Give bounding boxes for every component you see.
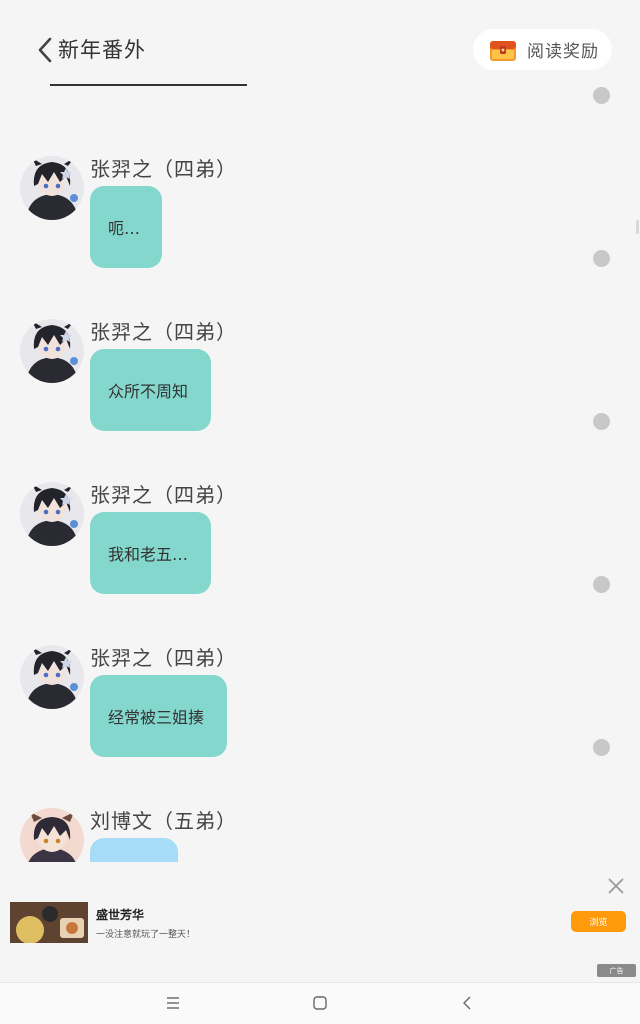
menu-icon: [167, 997, 179, 1009]
sender-name: 刘博文（五弟）: [90, 809, 237, 833]
home-button[interactable]: [310, 993, 330, 1013]
message-bubble[interactable]: 经常被三姐揍: [90, 675, 227, 757]
message-bubble[interactable]: 我和老五…: [90, 512, 211, 594]
reading-reward-label: 阅读奖励: [527, 42, 599, 62]
back-arrow-icon: [463, 996, 471, 1010]
chat-message: 张羿之（四弟） 我和老五…: [0, 482, 640, 642]
close-icon: [608, 878, 624, 894]
home-icon: [313, 996, 327, 1010]
sender-name: 张羿之（四弟）: [90, 646, 237, 670]
avatar[interactable]: [20, 482, 84, 546]
back-button[interactable]: [30, 30, 60, 70]
scroll-indicator-dot: [593, 413, 610, 430]
chevron-left-icon: [38, 37, 52, 63]
page-title: 新年番外: [58, 38, 146, 62]
avatar[interactable]: [20, 808, 84, 862]
avatar[interactable]: [20, 319, 84, 383]
system-nav-bar: [0, 982, 640, 1024]
scroll-indicator-dot: [593, 87, 610, 104]
chat-message: 张羿之（四弟） 呃…: [0, 156, 640, 316]
scroll-indicator-dot: [593, 576, 610, 593]
avatar[interactable]: [20, 645, 84, 709]
top-bar: 新年番外 阅读奖励: [0, 0, 640, 100]
avatar[interactable]: [20, 156, 84, 220]
sender-name: 张羿之（四弟）: [90, 320, 237, 344]
ad-title[interactable]: 盛世芳华: [96, 906, 144, 923]
ad-description: 一没注意就玩了一整天！: [96, 930, 196, 940]
title-divider: [50, 84, 247, 86]
ad-tag[interactable]: 广告: [597, 964, 636, 977]
message-bubble[interactable]: 呃…: [90, 186, 162, 268]
scroll-indicator-dot: [593, 250, 610, 267]
ad-tag-label: 广告: [609, 966, 624, 975]
chat-message: 刘博文（五弟）: [0, 808, 640, 862]
chat-message: 张羿之（四弟） 众所不周知: [0, 319, 640, 479]
reading-reward-button[interactable]: 阅读奖励: [473, 29, 612, 70]
ad-close-button[interactable]: [606, 876, 626, 896]
sender-name: 张羿之（四弟）: [90, 483, 237, 507]
chat-message: 张羿之（四弟） 经常被三姐揍: [0, 645, 640, 805]
nav-back-button[interactable]: [457, 993, 477, 1013]
ad-browse-button[interactable]: 浏览: [571, 911, 626, 932]
ad-thumbnail[interactable]: [10, 902, 88, 943]
treasure-chest-icon: [490, 40, 516, 61]
scroll-indicator-dot: [593, 739, 610, 756]
menu-button[interactable]: [163, 993, 183, 1013]
sender-name: 张羿之（四弟）: [90, 157, 237, 181]
message-bubble[interactable]: 众所不周知: [90, 349, 211, 431]
message-bubble[interactable]: [90, 838, 178, 862]
